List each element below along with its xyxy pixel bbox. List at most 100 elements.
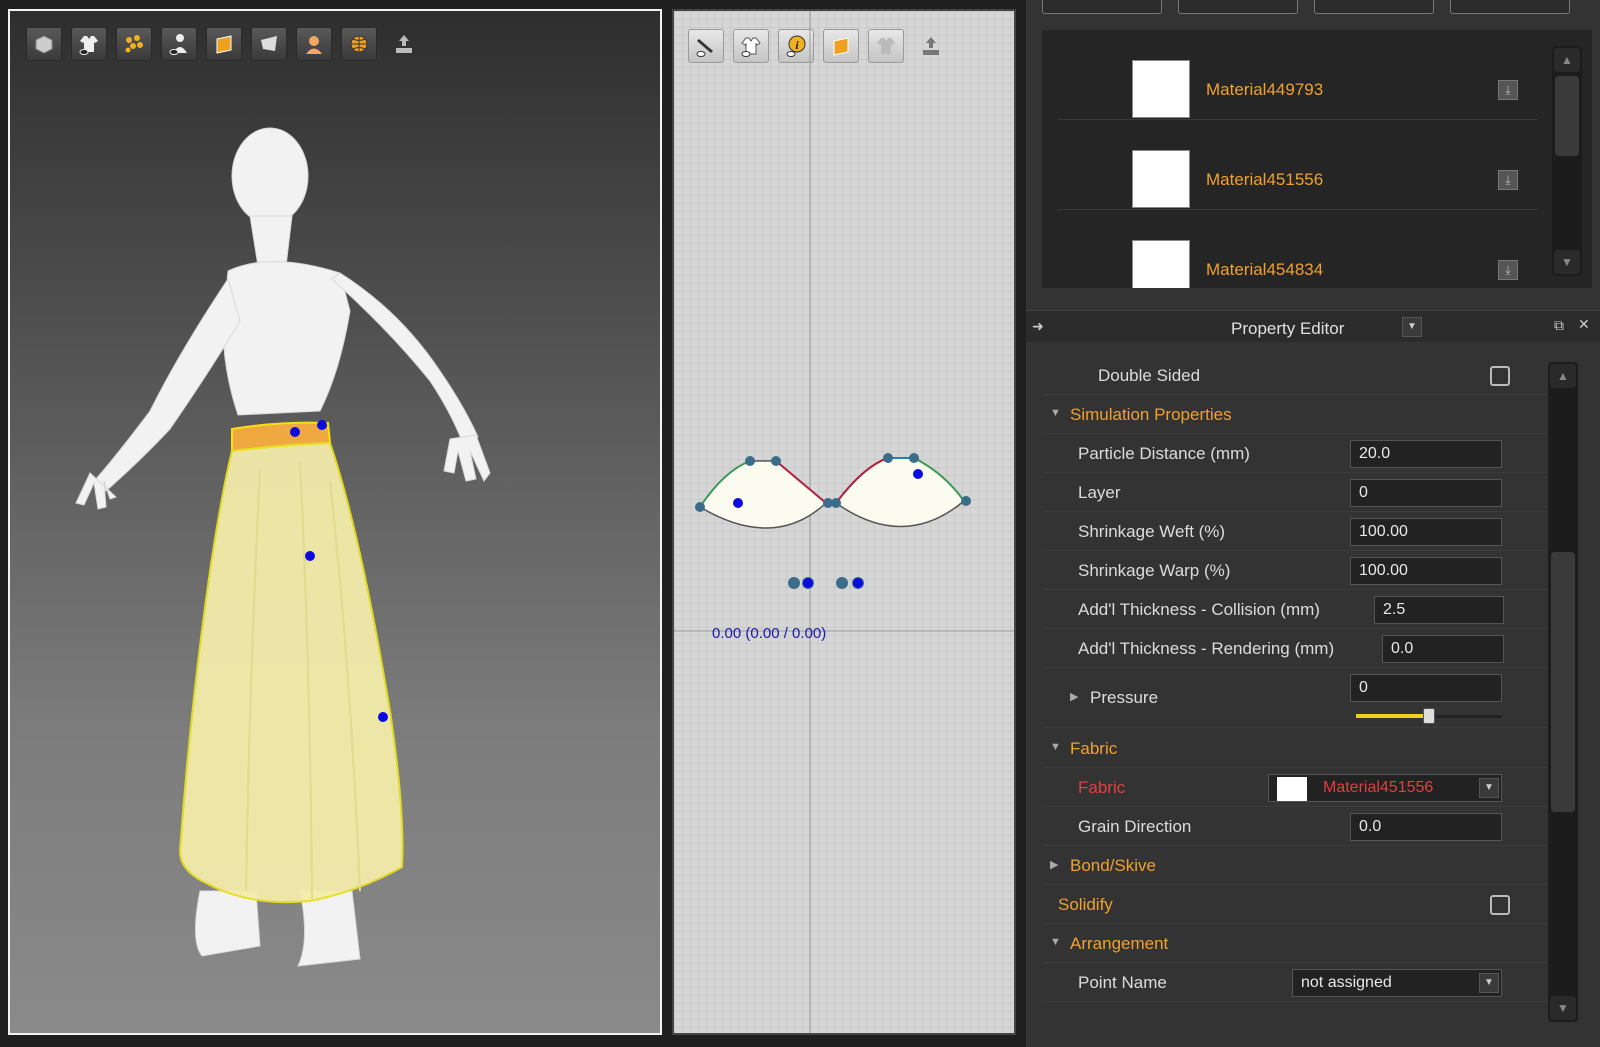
skirt-garment <box>178 441 404 904</box>
thickness-rendering-input[interactable]: 0.0 <box>1382 635 1504 663</box>
point-name-select[interactable]: not assigned ▼ <box>1292 969 1502 997</box>
panel-title: Property Editor <box>1231 319 1345 338</box>
shrinkage-weft-label: Shrinkage Weft (%) <box>1078 522 1226 541</box>
pressure-input[interactable]: 0 <box>1350 674 1502 702</box>
expand-triangle-icon[interactable]: ▼ <box>1050 741 1061 753</box>
material-name: Material451556 <box>1206 170 1324 189</box>
section-title: Arrangement <box>1070 934 1169 953</box>
double-sided-checkbox[interactable] <box>1490 366 1510 386</box>
thickness-rendering-label: Add'l Thickness - Rendering (mm) <box>1078 639 1335 658</box>
collapse-arrow-icon[interactable]: ➜ <box>1032 318 1044 335</box>
shrinkage-warp-input[interactable]: 100.00 <box>1350 557 1502 585</box>
section-title: Bond/Skive <box>1070 856 1156 875</box>
top-tabs <box>1042 0 1570 14</box>
3d-viewport[interactable] <box>8 9 662 1035</box>
arrangement-section[interactable]: ▼ Arrangement <box>1042 924 1554 963</box>
solidify-checkbox[interactable] <box>1490 895 1510 915</box>
fabric-swatch <box>1277 777 1307 801</box>
property-scrollbar[interactable]: ▲ ▼ <box>1548 362 1578 1022</box>
material-name: Material454834 <box>1206 260 1324 279</box>
tab-1[interactable] <box>1042 0 1162 14</box>
material-name: Material449793 <box>1206 80 1324 99</box>
expand-triangle-icon[interactable]: ▶ <box>1050 858 1058 871</box>
download-icon[interactable]: ⤓ <box>1498 260 1518 280</box>
pin-point <box>305 551 315 561</box>
expand-triangle-icon[interactable]: ▼ <box>1050 936 1061 948</box>
fabric-select[interactable]: Material451556 ▼ <box>1268 774 1502 802</box>
particle-distance-row: Particle Distance (mm) 20.0 <box>1042 434 1554 473</box>
list-item[interactable]: Material451556 ⤓ <box>1058 120 1538 210</box>
pin-point <box>290 427 300 437</box>
2d-pattern-window[interactable]: i 0.00 (0.00 / 0.00) <box>672 9 1016 1035</box>
fabric-value: Material451556 <box>1323 779 1434 796</box>
pressure-row: ▶ Pressure 0 <box>1042 668 1554 728</box>
chevron-down-icon[interactable]: ▼ <box>1479 778 1499 798</box>
double-sided-row: Double Sided <box>1042 356 1554 395</box>
grain-direction-label: Grain Direction <box>1078 817 1192 836</box>
grain-direction-row: Grain Direction 0.0 <box>1042 807 1554 846</box>
chevron-down-icon[interactable]: ▼ <box>1479 973 1499 993</box>
material-swatch <box>1132 240 1190 288</box>
tab-3[interactable] <box>1314 0 1434 14</box>
fabric-row: Fabric Material451556 ▼ <box>1042 768 1554 807</box>
pressure-slider-fill <box>1356 714 1429 718</box>
pressure-label: Pressure <box>1090 688 1159 707</box>
layer-label: Layer <box>1078 483 1121 502</box>
list-item[interactable]: Material454834 ⤓ <box>1058 210 1538 288</box>
scroll-thumb[interactable] <box>1555 76 1579 156</box>
shrinkage-warp-row: Shrinkage Warp (%) 100.00 <box>1042 551 1554 590</box>
panel-menu-dropdown[interactable]: ▼ <box>1402 317 1422 337</box>
pin-point <box>317 420 327 430</box>
section-title: Fabric <box>1070 739 1118 758</box>
layer-input[interactable]: 0 <box>1350 479 1502 507</box>
section-title: Simulation Properties <box>1070 405 1232 424</box>
fabric-label: Fabric <box>1078 778 1126 797</box>
bond-skive-section[interactable]: ▶ Bond/Skive <box>1042 846 1554 885</box>
property-editor-body: Double Sided ▼ Simulation Properties Par… <box>1042 356 1554 1036</box>
close-icon[interactable]: ✕ <box>1578 316 1590 333</box>
tab-2[interactable] <box>1178 0 1298 14</box>
pin-point <box>378 712 388 722</box>
expand-triangle-icon[interactable]: ▼ <box>1050 407 1061 419</box>
pattern-piece-right <box>834 457 966 528</box>
download-icon[interactable]: ⤓ <box>1498 170 1518 190</box>
point-name-row: Point Name not assigned ▼ <box>1042 963 1554 1002</box>
grain-direction-input[interactable]: 0.0 <box>1350 813 1502 841</box>
scroll-thumb[interactable] <box>1551 552 1575 812</box>
material-swatch <box>1132 150 1190 208</box>
tab-4[interactable] <box>1450 0 1570 14</box>
shrinkage-weft-row: Shrinkage Weft (%) 100.00 <box>1042 512 1554 551</box>
layer-row: Layer 0 <box>1042 473 1554 512</box>
thickness-collision-input[interactable]: 2.5 <box>1374 596 1504 624</box>
solidify-label: Solidify <box>1058 895 1113 914</box>
simulation-section[interactable]: ▼ Simulation Properties <box>1042 395 1554 434</box>
right-panel: Material449793 ⤓ Material451556 ⤓ Materi… <box>1026 0 1600 1047</box>
thickness-rendering-row: Add'l Thickness - Rendering (mm) 0.0 <box>1042 629 1554 668</box>
scroll-down-icon[interactable]: ▼ <box>1550 996 1576 1020</box>
property-editor-header: ➜ Property Editor ▼ ⧉ ✕ <box>1026 310 1600 342</box>
shrinkage-warp-label: Shrinkage Warp (%) <box>1078 561 1231 580</box>
scroll-down-icon[interactable]: ▼ <box>1554 250 1580 274</box>
double-sided-label: Double Sided <box>1098 366 1201 385</box>
particle-distance-label: Particle Distance (mm) <box>1078 444 1250 463</box>
scroll-up-icon[interactable]: ▲ <box>1554 48 1580 72</box>
coordinate-readout: 0.00 (0.00 / 0.00) <box>712 625 827 642</box>
solidify-row: Solidify <box>1042 885 1554 924</box>
particle-distance-input[interactable]: 20.0 <box>1350 440 1502 468</box>
expand-triangle-icon[interactable]: ▶ <box>1070 690 1078 703</box>
scroll-up-icon[interactable]: ▲ <box>1550 364 1576 388</box>
pattern-piece-left <box>698 460 828 529</box>
pressure-slider-knob[interactable] <box>1423 708 1435 724</box>
point-name-value: not assigned <box>1301 974 1392 991</box>
material-scrollbar[interactable]: ▲ ▼ <box>1552 46 1582 276</box>
point-name-label: Point Name <box>1078 973 1167 992</box>
fabric-section[interactable]: ▼ Fabric <box>1042 729 1554 768</box>
pattern-canvas[interactable] <box>674 11 1014 1033</box>
undock-icon[interactable]: ⧉ <box>1554 317 1564 334</box>
shrinkage-weft-input[interactable]: 100.00 <box>1350 518 1502 546</box>
avatar-scene[interactable] <box>10 11 660 1033</box>
thickness-collision-label: Add'l Thickness - Collision (mm) <box>1078 600 1320 619</box>
material-swatch <box>1132 60 1190 118</box>
download-icon[interactable]: ⤓ <box>1498 80 1518 100</box>
list-item[interactable]: Material449793 ⤓ <box>1058 30 1538 120</box>
